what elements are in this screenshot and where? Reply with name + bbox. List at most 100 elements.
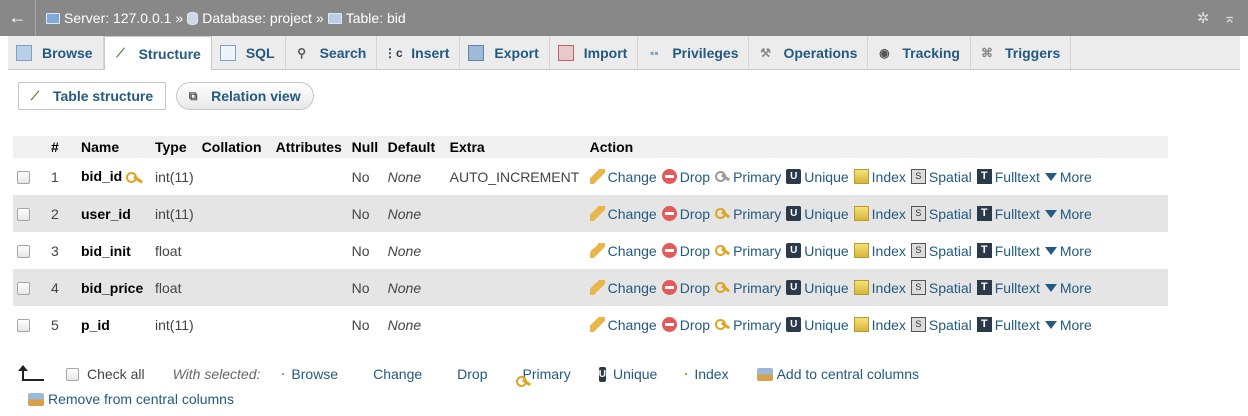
column-name[interactable]: bid_id xyxy=(81,168,122,184)
tab-label: Insert xyxy=(411,44,450,61)
drop-button[interactable]: Drop xyxy=(661,169,710,185)
index-button[interactable]: Index xyxy=(853,242,906,259)
primary-button[interactable]: Primary xyxy=(715,317,781,333)
column-name-cell: user_id xyxy=(77,195,151,232)
drop-button[interactable]: Drop xyxy=(661,279,711,296)
primary-button[interactable]: Primary xyxy=(715,206,781,222)
index-button[interactable]: Index xyxy=(853,169,906,185)
tab-browse[interactable]: Browse xyxy=(8,36,104,69)
unique-button[interactable]: U Unique xyxy=(786,243,849,259)
more-button[interactable]: More xyxy=(1044,206,1092,222)
more-button[interactable]: More xyxy=(1044,243,1092,259)
bulk-browse-button[interactable]: Browse xyxy=(282,366,338,382)
index-label: Index xyxy=(871,242,906,259)
subtab-relation-view[interactable]: ⧉ Relation view xyxy=(176,82,314,110)
column-name[interactable]: p_id xyxy=(81,317,110,333)
spatial-button[interactable]: S Spatial xyxy=(910,169,972,185)
bulk-unique-button[interactable]: U Unique xyxy=(598,366,658,382)
row-number: 2 xyxy=(47,195,77,232)
tab-operations[interactable]: ⚒ Operations xyxy=(749,36,869,69)
row-checkbox[interactable] xyxy=(17,282,30,296)
column-name-cell: p_id xyxy=(77,306,151,343)
primary-button[interactable]: Primary xyxy=(715,243,781,259)
column-null: No xyxy=(347,232,384,269)
bulk-drop-button[interactable]: Drop xyxy=(450,366,488,383)
fulltext-button[interactable]: T Fulltext xyxy=(976,169,1040,185)
spatial-button[interactable]: S Spatial xyxy=(910,242,972,259)
row-checkbox[interactable] xyxy=(17,208,30,222)
more-button[interactable]: More xyxy=(1044,280,1092,296)
gear-icon[interactable]: ✲ xyxy=(1197,9,1210,27)
change-button[interactable]: Change xyxy=(589,317,657,333)
unique-button[interactable]: U Unique xyxy=(786,206,849,222)
drop-button[interactable]: Drop xyxy=(661,243,710,259)
change-button[interactable]: Change xyxy=(589,243,657,259)
change-button[interactable]: Change xyxy=(589,168,657,185)
breadcrumb-database[interactable]: Database: project xyxy=(202,10,312,26)
unique-button[interactable]: U Unique xyxy=(786,317,849,333)
bulk-change-button[interactable]: Change xyxy=(366,366,422,382)
tab-structure[interactable]: ⟋ Structure xyxy=(103,36,212,70)
table-row: 3 bid_init float No None Change Drop Primary U Un… xyxy=(13,232,1168,269)
unique-button[interactable]: U Unique xyxy=(786,169,849,185)
primary-button[interactable]: Primary xyxy=(715,169,781,185)
drop-button[interactable]: Drop xyxy=(661,206,710,222)
fulltext-label: Fulltext xyxy=(994,279,1040,296)
unique-icon: U xyxy=(598,366,606,382)
more-button[interactable]: More xyxy=(1044,169,1092,185)
column-default: None xyxy=(383,232,446,269)
breadcrumb-table[interactable]: Table: bid xyxy=(346,10,406,26)
bulk-index-button[interactable]: Index xyxy=(685,366,729,382)
primary-button[interactable]: Primary xyxy=(715,280,781,296)
bulk-unique-label: Unique xyxy=(612,366,658,382)
spatial-button[interactable]: S Spatial xyxy=(910,206,972,222)
fulltext-button[interactable]: T Fulltext xyxy=(976,243,1040,259)
subtab-table-structure[interactable]: ⟋ Table structure xyxy=(18,82,167,110)
fulltext-button[interactable]: T Fulltext xyxy=(976,206,1040,222)
bulk-remove-central-button[interactable]: Remove from central columns xyxy=(28,391,234,407)
breadcrumb-separator: » xyxy=(175,10,184,26)
column-type: int(11) xyxy=(151,195,198,232)
tab-sql[interactable]: SQL xyxy=(212,36,286,69)
row-checkbox[interactable] xyxy=(17,319,30,333)
tab-export[interactable]: Export xyxy=(460,36,550,69)
spatial-button[interactable]: S Spatial xyxy=(910,279,972,296)
column-name[interactable]: bid_init xyxy=(81,243,131,259)
tab-triggers[interactable]: ⌘ Triggers xyxy=(971,36,1072,69)
index-button[interactable]: Index xyxy=(853,280,906,296)
tab-tracking[interactable]: ◉ Tracking xyxy=(868,36,971,69)
collapse-icon[interactable]: ⌅ xyxy=(1223,9,1236,27)
index-button[interactable]: Index xyxy=(853,317,906,333)
bulk-primary-button[interactable]: Primary xyxy=(515,366,571,387)
change-button[interactable]: Change xyxy=(589,280,657,296)
column-type: float xyxy=(151,232,198,269)
tab-insert[interactable]: ⋮c Insert xyxy=(377,36,461,69)
breadcrumb-server[interactable]: Server: 127.0.0.1 xyxy=(64,10,171,26)
bulk-add-central-button[interactable]: Add to central columns xyxy=(756,366,919,382)
back-arrow-icon[interactable]: ← xyxy=(0,0,36,36)
drop-button[interactable]: Drop xyxy=(661,317,710,333)
more-button[interactable]: More xyxy=(1044,317,1092,333)
spatial-label: Spatial xyxy=(928,279,972,296)
drop-label: Drop xyxy=(679,279,711,296)
column-name[interactable]: bid_price xyxy=(81,280,143,296)
unique-button[interactable]: U Unique xyxy=(786,280,849,296)
check-all[interactable]: Check all xyxy=(66,366,145,382)
index-button[interactable]: Index xyxy=(853,206,906,222)
tab-import[interactable]: Import xyxy=(550,36,639,69)
select-arrow-icon xyxy=(18,365,48,381)
check-all-checkbox[interactable] xyxy=(66,367,79,381)
spatial-label: Spatial xyxy=(928,242,972,259)
column-attributes xyxy=(271,195,348,232)
change-button[interactable]: Change xyxy=(589,206,657,222)
tab-search[interactable]: ⚲ Search xyxy=(286,36,378,69)
fulltext-button[interactable]: T Fulltext xyxy=(976,317,1040,333)
spatial-button[interactable]: S Spatial xyxy=(910,317,972,333)
tab-label: Browse xyxy=(42,44,93,61)
column-name[interactable]: user_id xyxy=(81,206,131,222)
row-checkbox[interactable] xyxy=(17,245,30,259)
change-label: Change xyxy=(607,168,657,185)
row-checkbox[interactable] xyxy=(17,171,30,185)
tab-privileges[interactable]: ▪▪ Privileges xyxy=(638,36,750,69)
fulltext-button[interactable]: T Fulltext xyxy=(976,279,1040,296)
